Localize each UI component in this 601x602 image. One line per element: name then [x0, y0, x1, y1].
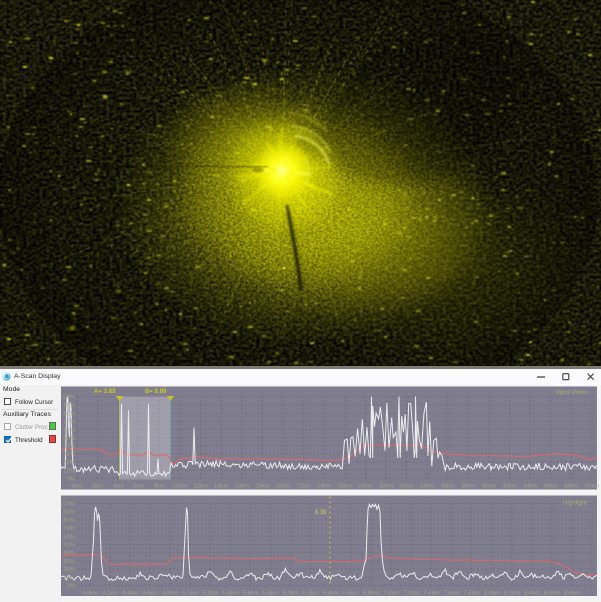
- svg-text:38km: 38km: [461, 484, 475, 490]
- svg-text:10%: 10%: [63, 575, 76, 581]
- svg-text:42km: 42km: [502, 484, 516, 490]
- svg-text:22km: 22km: [296, 484, 310, 490]
- svg-text:28km: 28km: [358, 484, 372, 490]
- svg-text:48km: 48km: [564, 484, 578, 490]
- svg-text:16km: 16km: [235, 484, 249, 490]
- svg-text:6.0km: 6.0km: [283, 591, 299, 597]
- svg-text:5.8km: 5.8km: [263, 591, 279, 597]
- svg-text:4.4km: 4.4km: [122, 591, 138, 597]
- svg-text:7.2km: 7.2km: [403, 591, 419, 597]
- svg-text:5.2km: 5.2km: [202, 591, 218, 597]
- svg-text:7.0km: 7.0km: [383, 591, 399, 597]
- svg-text:34km: 34km: [420, 484, 434, 490]
- svg-text:50%: 50%: [63, 543, 76, 549]
- svg-text:12km: 12km: [193, 484, 207, 490]
- svg-text:6.8km: 6.8km: [363, 591, 379, 597]
- svg-text:70%: 70%: [63, 419, 76, 425]
- svg-text:4km: 4km: [113, 484, 124, 490]
- svg-text:B= 8.89: B= 8.89: [145, 388, 167, 395]
- svg-text:80%: 80%: [63, 411, 76, 417]
- svg-text:7.8km: 7.8km: [463, 591, 479, 597]
- svg-text:0%: 0%: [66, 584, 75, 590]
- svg-text:8km: 8km: [154, 484, 165, 490]
- svg-text:20km: 20km: [276, 484, 290, 490]
- svg-text:100%: 100%: [60, 502, 76, 508]
- svg-text:32km: 32km: [399, 484, 413, 490]
- svg-text:60%: 60%: [63, 427, 76, 433]
- svg-text:0km: 0km: [71, 484, 82, 490]
- svg-text:18km: 18km: [255, 484, 269, 490]
- svg-text:8.6km: 8.6km: [544, 591, 560, 597]
- svg-text:20%: 20%: [63, 460, 76, 466]
- svg-text:24km: 24km: [317, 484, 331, 490]
- svg-text:4.6km: 4.6km: [142, 591, 158, 597]
- svg-text:A= 3.89: A= 3.89: [94, 388, 116, 395]
- svg-text:40%: 40%: [63, 444, 76, 450]
- svg-text:20%: 20%: [63, 567, 76, 573]
- svg-text:90%: 90%: [63, 403, 76, 409]
- svg-text:4.8km: 4.8km: [162, 591, 178, 597]
- svg-text:30%: 30%: [63, 452, 76, 458]
- svg-text:6.2km: 6.2km: [303, 591, 319, 597]
- svg-text:36km: 36km: [441, 484, 455, 490]
- svg-text:70%: 70%: [63, 526, 76, 532]
- svg-text:8.4km: 8.4km: [524, 591, 540, 597]
- svg-text:90%: 90%: [63, 510, 76, 516]
- svg-text:7.4km: 7.4km: [423, 591, 439, 597]
- svg-text:5.4km: 5.4km: [223, 591, 239, 597]
- svg-text:2km: 2km: [92, 484, 103, 490]
- svg-text:30km: 30km: [379, 484, 393, 490]
- svg-text:10km: 10km: [173, 484, 187, 490]
- svg-text:6.6km: 6.6km: [343, 591, 359, 597]
- svg-text:60%: 60%: [63, 534, 76, 540]
- svg-text:0%: 0%: [66, 477, 75, 483]
- svg-text:50%: 50%: [63, 436, 76, 442]
- svg-text:Input Video: Input Video: [556, 389, 588, 396]
- svg-text:40km: 40km: [482, 484, 496, 490]
- svg-text:4.2km: 4.2km: [102, 591, 118, 597]
- svg-text:46km: 46km: [544, 484, 558, 490]
- svg-text:8.8km: 8.8km: [564, 591, 580, 597]
- svg-text:30%: 30%: [63, 559, 76, 565]
- svg-text:8.0km: 8.0km: [484, 591, 500, 597]
- svg-text:5.6km: 5.6km: [243, 591, 259, 597]
- svg-text:80%: 80%: [63, 518, 76, 524]
- svg-text:44km: 44km: [523, 484, 537, 490]
- svg-text:50km: 50km: [585, 484, 599, 490]
- svg-text:4.0km: 4.0km: [82, 591, 98, 597]
- svg-text:8.2km: 8.2km: [504, 591, 520, 597]
- svg-text:14km: 14km: [214, 484, 228, 490]
- svg-text:Highlight: Highlight: [563, 500, 587, 507]
- svg-text:40%: 40%: [63, 551, 76, 557]
- svg-text:6.39: 6.39: [315, 510, 327, 516]
- svg-text:5.0km: 5.0km: [182, 591, 198, 597]
- svg-text:7.6km: 7.6km: [443, 591, 459, 597]
- svg-text:6.4km: 6.4km: [323, 591, 339, 597]
- svg-text:26km: 26km: [338, 484, 352, 490]
- svg-text:6km: 6km: [133, 484, 144, 490]
- svg-text:10%: 10%: [63, 468, 76, 474]
- svg-text:100%: 100%: [60, 395, 76, 401]
